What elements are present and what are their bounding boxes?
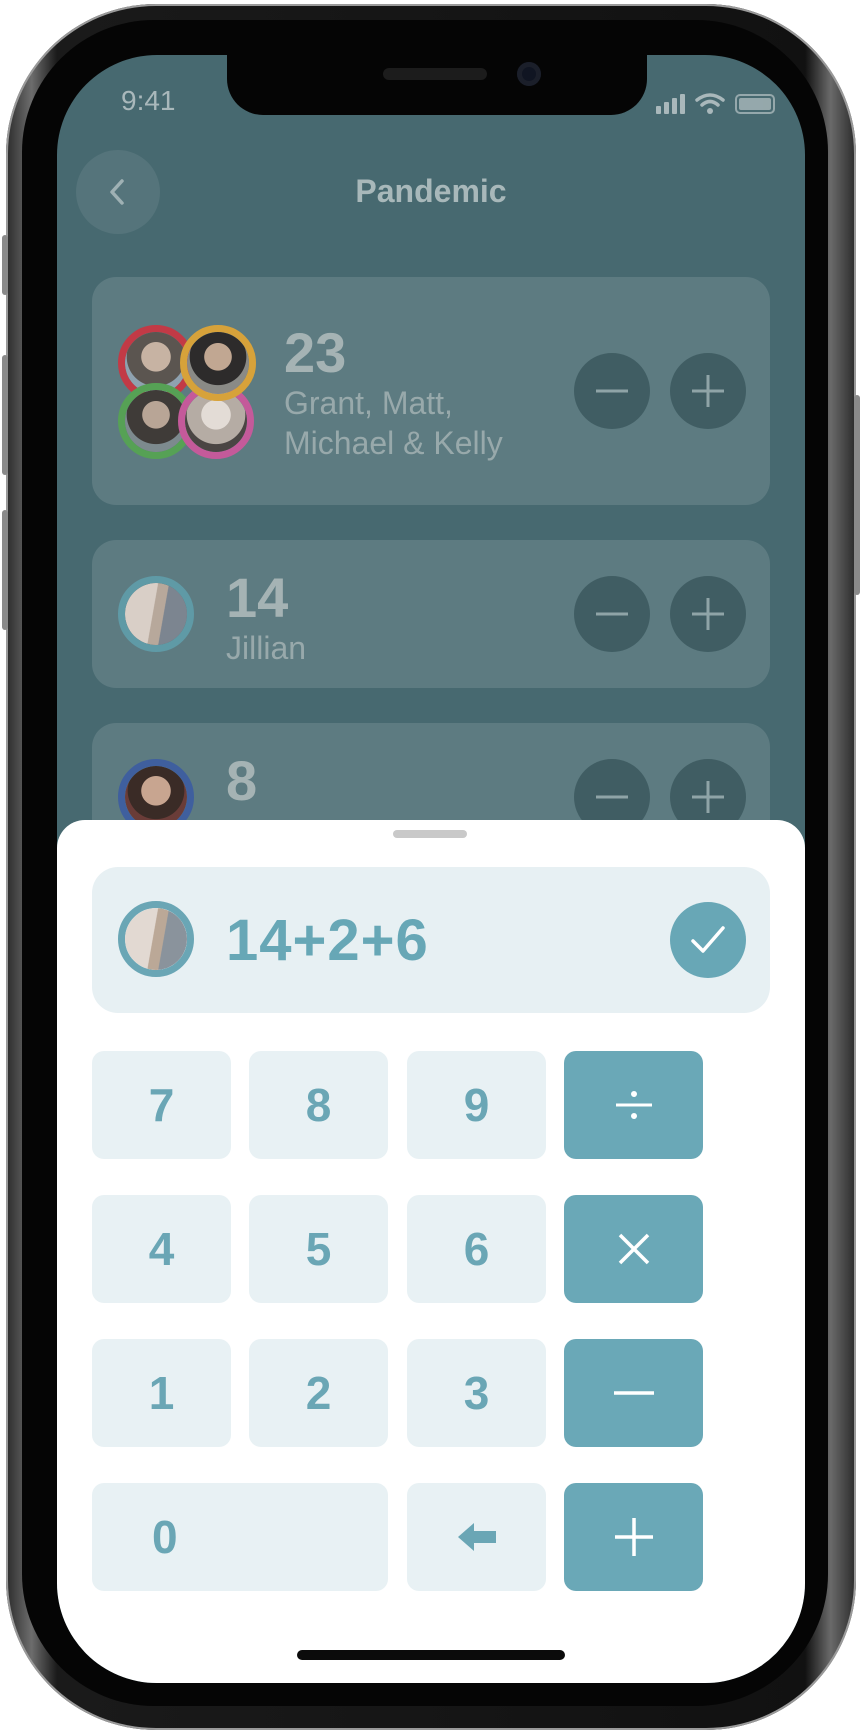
plus-icon <box>692 781 724 813</box>
player-score: 23 <box>284 321 347 384</box>
phone-side-button <box>2 510 8 630</box>
calculator-sheet: 14+2+6 7 8 9 4 5 6 1 2 3 0 <box>57 820 805 1683</box>
home-indicator[interactable] <box>297 1650 565 1660</box>
decrement-button[interactable] <box>574 576 650 652</box>
status-icons <box>656 93 775 115</box>
key-7[interactable]: 7 <box>92 1051 231 1159</box>
phone-side-button <box>2 235 8 295</box>
increment-button[interactable] <box>670 576 746 652</box>
signal-icon <box>656 94 685 114</box>
player-card[interactable]: 23 Grant, Matt, Michael & Kelly <box>92 277 770 505</box>
plus-icon <box>692 375 724 407</box>
plus-icon <box>614 1518 653 1556</box>
expression-display: 14+2+6 <box>92 867 770 1013</box>
expression-text: 14+2+6 <box>226 908 429 973</box>
key-0[interactable]: 0 <box>92 1483 388 1591</box>
backspace-button[interactable] <box>407 1483 546 1591</box>
minus-icon <box>596 795 628 799</box>
player-score: 8 <box>226 749 258 812</box>
avatar <box>118 576 194 652</box>
confirm-button[interactable] <box>670 902 746 978</box>
check-icon <box>691 926 725 953</box>
player-names: Michael & Kelly <box>284 425 503 461</box>
key-4[interactable]: 4 <box>92 1195 231 1303</box>
multiply-button[interactable] <box>564 1195 703 1303</box>
minus-icon <box>596 612 628 616</box>
wifi-icon <box>695 93 725 114</box>
multiply-icon <box>618 1233 649 1265</box>
key-8[interactable]: 8 <box>249 1051 388 1159</box>
avatar <box>180 325 256 401</box>
key-9[interactable]: 9 <box>407 1051 546 1159</box>
minus-icon <box>596 389 628 393</box>
player-card[interactable]: 14 Jillian <box>92 540 770 688</box>
key-3[interactable]: 3 <box>407 1339 546 1447</box>
speaker-grille <box>383 68 487 80</box>
screen: 9:41 Pandemic 23 Grant, Matt, Michael & … <box>57 55 805 1683</box>
backspace-icon <box>457 1523 496 1551</box>
notch <box>227 55 647 115</box>
divide-button[interactable] <box>564 1051 703 1159</box>
phone-side-button <box>854 395 860 595</box>
plus-button[interactable] <box>564 1483 703 1591</box>
status-time: 9:41 <box>121 85 176 116</box>
battery-icon <box>735 94 775 114</box>
page-title: Pandemic <box>355 173 507 209</box>
phone-side-button <box>2 355 8 475</box>
front-camera <box>517 62 541 86</box>
decrement-button[interactable] <box>574 353 650 429</box>
divide-icon <box>615 1091 652 1119</box>
minus-button[interactable] <box>564 1339 703 1447</box>
player-names: Jillian <box>226 630 307 666</box>
key-1[interactable]: 1 <box>92 1339 231 1447</box>
player-score: 14 <box>226 566 289 629</box>
player-names: Grant, Matt, <box>284 385 453 421</box>
increment-button[interactable] <box>670 353 746 429</box>
sheet-grabber[interactable] <box>393 830 467 838</box>
plus-icon <box>692 598 724 630</box>
minus-icon <box>613 1391 654 1395</box>
key-2[interactable]: 2 <box>249 1339 388 1447</box>
key-6[interactable]: 6 <box>407 1195 546 1303</box>
key-5[interactable]: 5 <box>249 1195 388 1303</box>
avatar <box>118 901 194 977</box>
